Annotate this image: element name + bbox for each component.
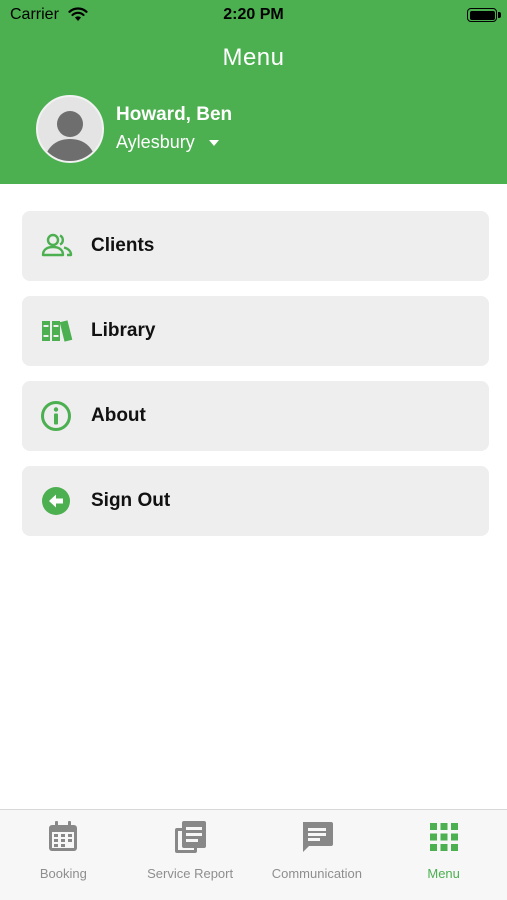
info-icon bbox=[41, 401, 71, 431]
header: Carrier 2:20 PM Menu Howard, Ben Aylesbu… bbox=[0, 0, 507, 184]
tab-menu[interactable]: Menu bbox=[380, 810, 507, 900]
menu-item-library[interactable]: Library bbox=[22, 296, 489, 366]
report-icon bbox=[175, 821, 207, 853]
menu-item-label: Library bbox=[91, 320, 156, 341]
battery-icon bbox=[467, 8, 497, 22]
tab-communication[interactable]: Communication bbox=[254, 810, 381, 900]
tab-label: Menu bbox=[427, 866, 460, 881]
chat-icon bbox=[302, 822, 333, 852]
menu-item-clients[interactable]: Clients bbox=[22, 211, 489, 281]
menu-item-sign-out[interactable]: Sign Out bbox=[22, 466, 489, 536]
menu-item-label: Sign Out bbox=[91, 490, 171, 511]
user-name: Howard, Ben bbox=[116, 104, 233, 125]
tab-booking[interactable]: Booking bbox=[0, 810, 127, 900]
menu-item-label: About bbox=[91, 405, 146, 426]
status-time: 2:20 PM bbox=[223, 6, 284, 23]
avatar[interactable] bbox=[36, 95, 104, 163]
calendar-icon bbox=[49, 821, 78, 851]
menu-item-about[interactable]: About bbox=[22, 381, 489, 451]
battery-nub bbox=[498, 12, 501, 18]
library-icon bbox=[42, 320, 73, 342]
status-bar: Carrier 2:20 PM bbox=[0, 0, 507, 30]
user-silhouette-icon bbox=[44, 111, 96, 161]
menu-item-label: Clients bbox=[91, 235, 155, 256]
tab-service-report[interactable]: Service Report bbox=[127, 810, 254, 900]
clients-icon bbox=[41, 233, 73, 257]
menu-list: Clients Library About Sign Out bbox=[22, 211, 489, 551]
caret-down-icon bbox=[208, 139, 219, 146]
sign-out-icon bbox=[42, 487, 70, 515]
tab-label: Service Report bbox=[147, 866, 234, 881]
location-selector[interactable]: Aylesbury bbox=[116, 132, 219, 153]
app-screen: Carrier 2:20 PM Menu Howard, Ben Aylesbu… bbox=[0, 0, 507, 900]
page-title: Menu bbox=[222, 44, 285, 71]
tab-label: Communication bbox=[271, 866, 363, 881]
tab-label: Booking bbox=[39, 866, 87, 881]
grid-icon bbox=[429, 823, 458, 851]
location-label: Aylesbury bbox=[116, 132, 195, 152]
tab-bar: Booking Service Report Communication Men… bbox=[0, 809, 507, 900]
